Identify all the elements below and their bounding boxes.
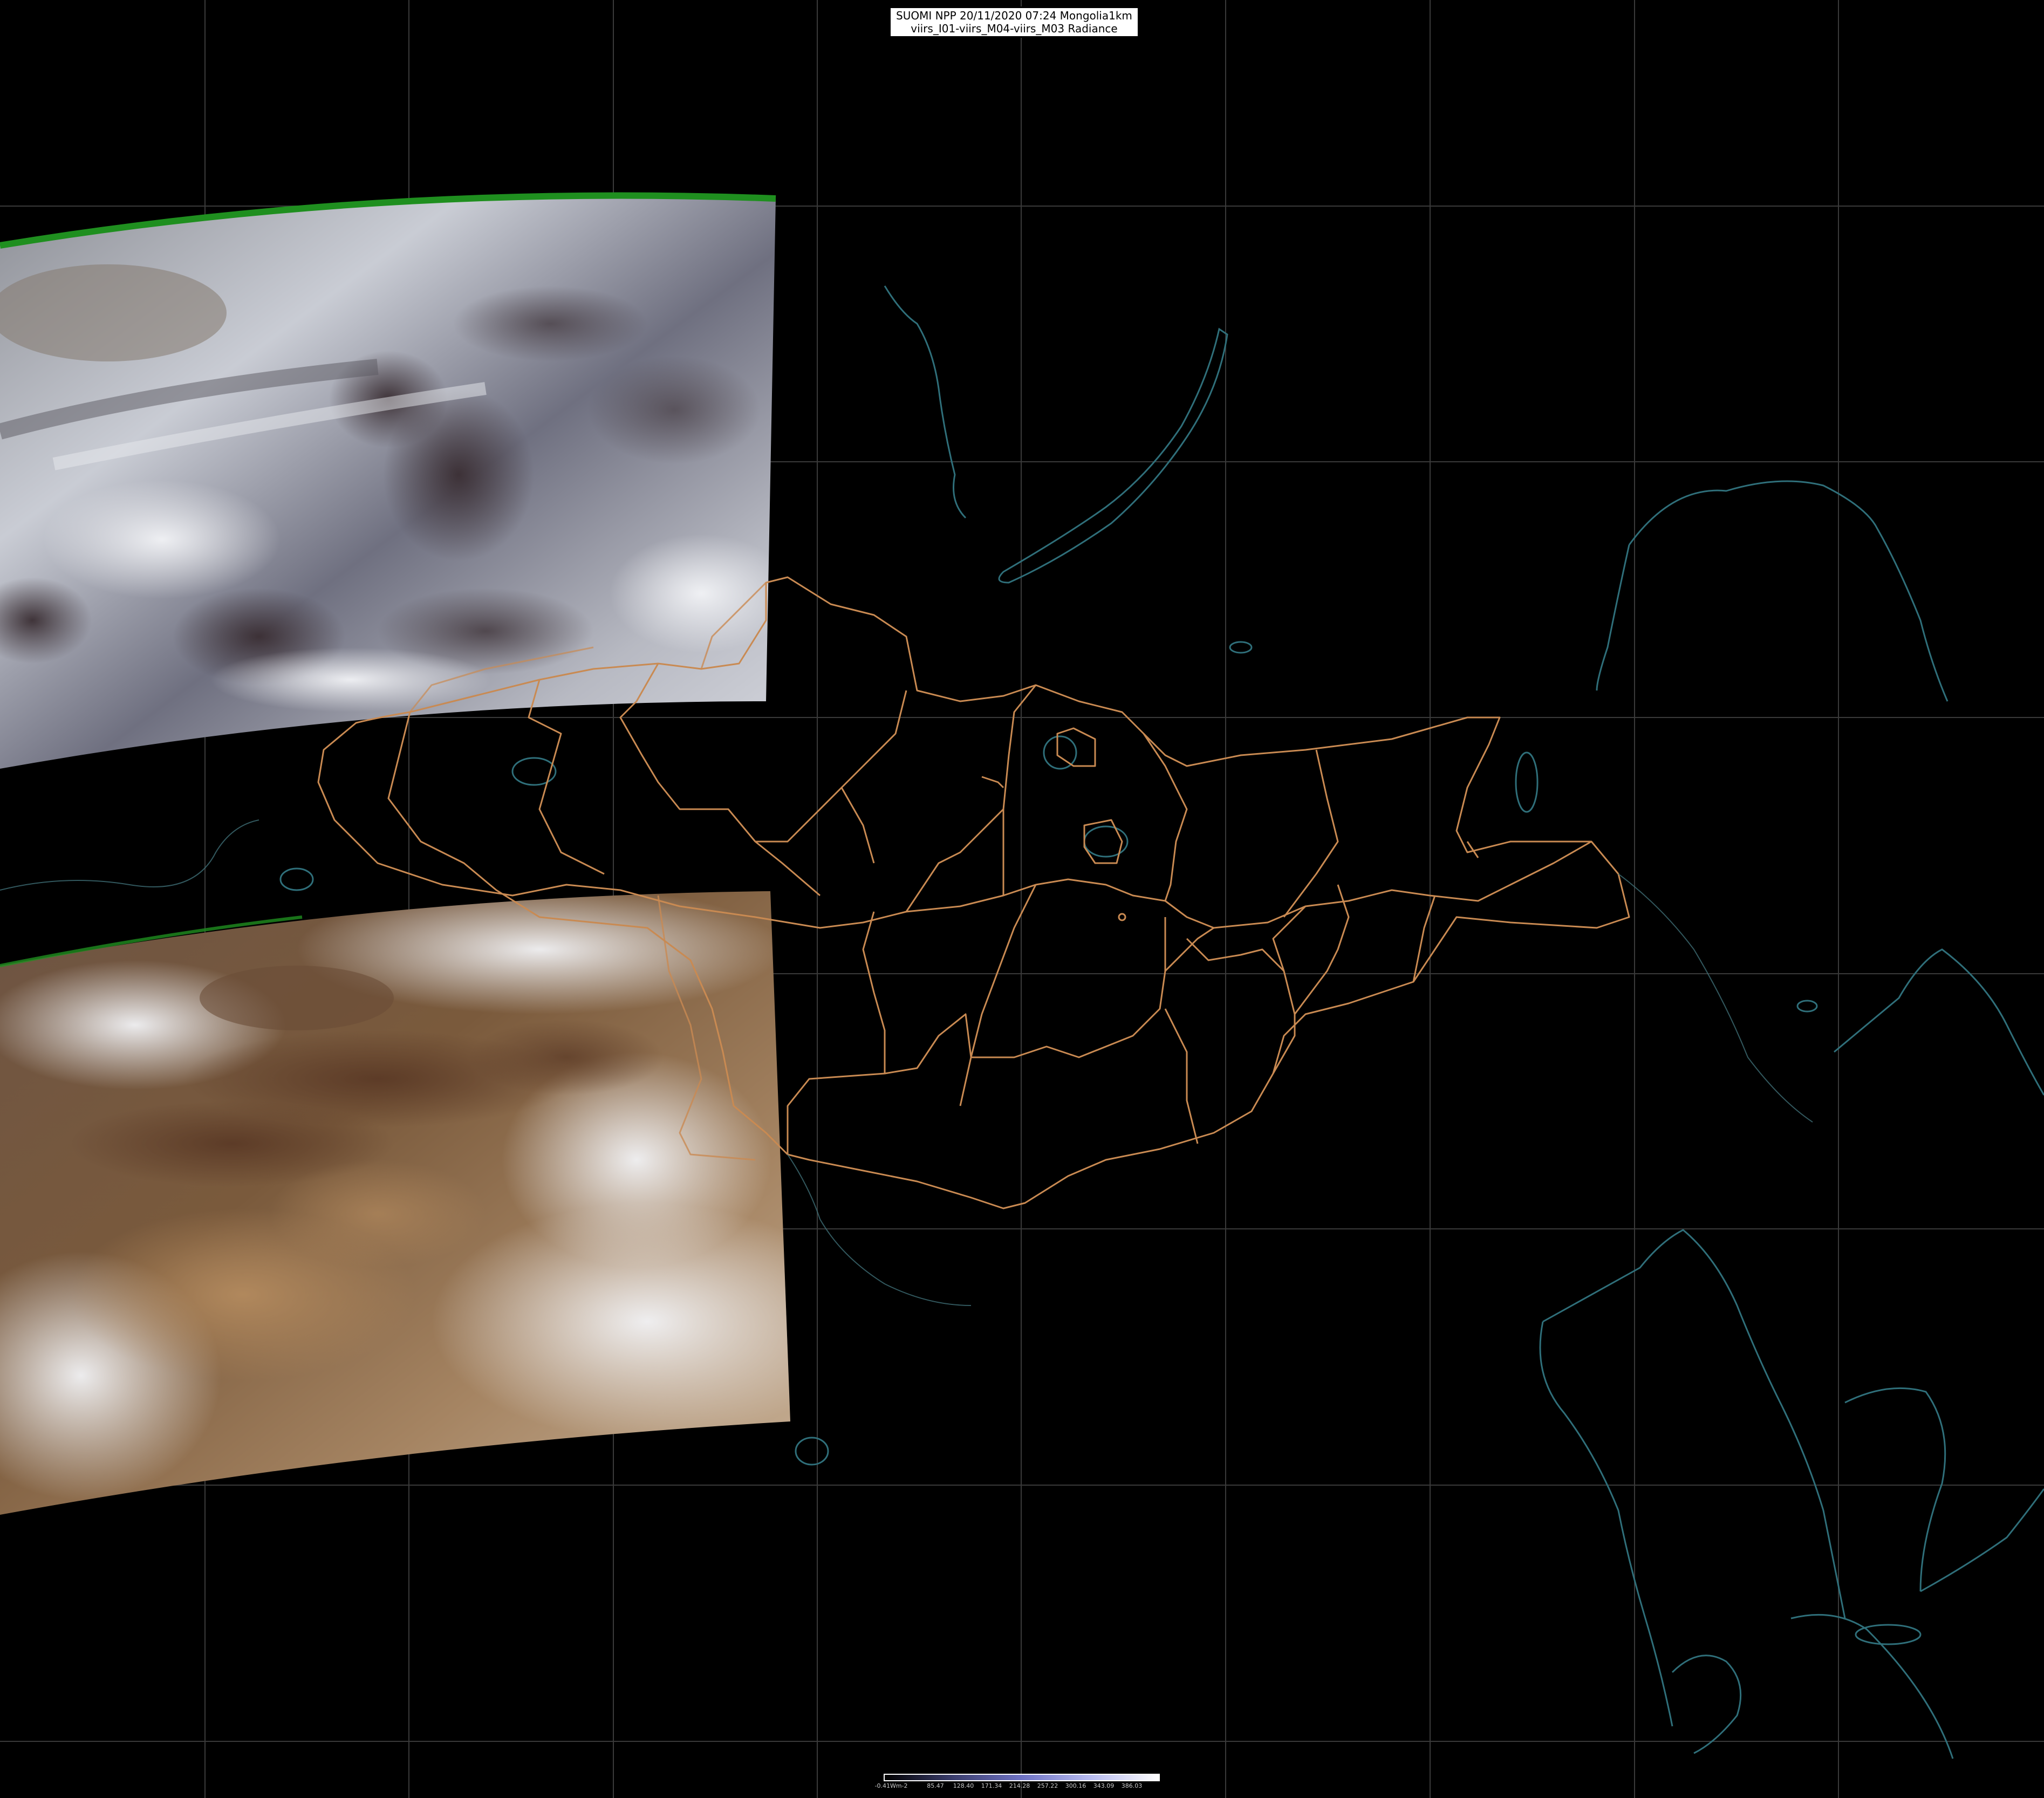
imagery-swath-south xyxy=(0,891,790,1515)
legend-labels: -0.41Wm-2 85.47 128.40 171.34 214.28 257… xyxy=(874,1782,1160,1792)
legend-label: 128.40 xyxy=(953,1782,974,1789)
imagery-swath-north xyxy=(0,192,776,769)
title-line-2: viirs_I01-viirs_M04-viirs_M03 Radiance xyxy=(911,22,1118,35)
legend-label: 257.22 xyxy=(1037,1782,1058,1789)
legend-label: 300.16 xyxy=(1065,1782,1086,1789)
legend-label: 386.03 xyxy=(1121,1782,1143,1789)
title-line-1: SUOMI NPP 20/11/2020 07:24 Mongolia1km xyxy=(896,9,1132,22)
legend-label: 343.09 xyxy=(1093,1782,1115,1789)
legend-label: -0.41Wm-2 xyxy=(874,1782,908,1789)
legend-label: 214.28 xyxy=(1009,1782,1030,1789)
legend-label: 171.34 xyxy=(981,1782,1002,1789)
legend-label: 85.47 xyxy=(927,1782,944,1789)
satellite-map xyxy=(0,0,2044,1798)
legend-color-bar xyxy=(884,1774,1160,1781)
radiance-legend: -0.41Wm-2 85.47 128.40 171.34 214.28 257… xyxy=(874,1774,1160,1795)
image-title: SUOMI NPP 20/11/2020 07:24 Mongolia1km v… xyxy=(889,6,1139,38)
